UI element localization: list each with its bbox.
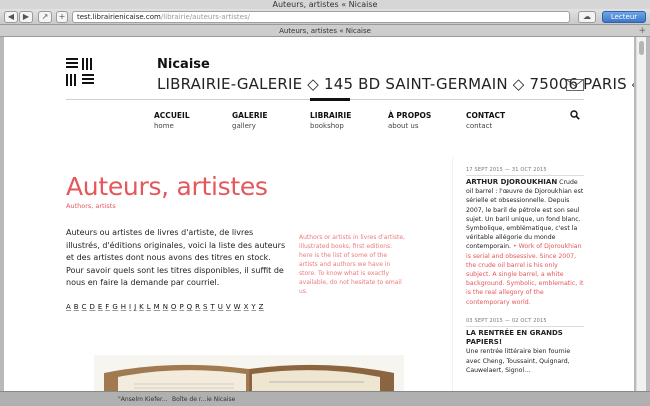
alphabet-letter-h[interactable]: H bbox=[121, 303, 127, 311]
mail-icon[interactable] bbox=[566, 79, 584, 91]
book-image[interactable] bbox=[94, 355, 404, 391]
alphabet-letter-d[interactable]: D bbox=[89, 303, 95, 311]
page-title: Auteurs, artistes bbox=[66, 172, 268, 201]
alphabet-letter-g[interactable]: G bbox=[112, 303, 118, 311]
tab-bar: Auteurs, artistes « Nicaise + bbox=[0, 25, 650, 37]
alphabet-letter-j[interactable]: J bbox=[134, 303, 136, 311]
alphabet-letter-i[interactable]: I bbox=[129, 303, 131, 311]
site-tagline: LIBRAIRIE-GALERIE ◇ 145 BD SAINT-GERMAIN… bbox=[157, 75, 634, 93]
cloud-icon[interactable]: ☁ bbox=[578, 11, 596, 23]
url-path: /librairie/auteurs-artistes/ bbox=[160, 13, 250, 21]
bottom-tab-1[interactable]: "Anselm Kiefer... bbox=[118, 394, 168, 405]
alphabet-letter-t[interactable]: T bbox=[210, 303, 215, 311]
alphabet-letter-v[interactable]: V bbox=[226, 303, 231, 311]
alphabet-letter-b[interactable]: B bbox=[74, 303, 79, 311]
window-title: Auteurs, artistes « Nicaise bbox=[0, 0, 650, 9]
add-tab-icon[interactable]: + bbox=[638, 25, 646, 37]
nav-item-librairie[interactable]: LIBRAIRIE bookshop bbox=[310, 111, 351, 130]
nav-sublabel: bookshop bbox=[310, 122, 344, 130]
intro-text-en: Authors or artists in livres d'artiste, … bbox=[299, 234, 405, 295]
alphabet-letter-q[interactable]: Q bbox=[187, 303, 193, 311]
alphabet-letter-p[interactable]: P bbox=[179, 303, 184, 311]
tab-active[interactable]: Auteurs, artistes « Nicaise bbox=[279, 27, 371, 35]
nav-label: À PROPOS bbox=[388, 111, 432, 120]
breadcrumb: Authors, artists bbox=[66, 202, 116, 210]
web-page: Nicaise LIBRAIRIE-GALERIE ◇ 145 BD SAINT… bbox=[4, 37, 634, 391]
nav-item-contact[interactable]: CONTACT contact bbox=[466, 111, 505, 130]
alphabet-letter-y[interactable]: Y bbox=[251, 303, 256, 311]
site-name[interactable]: Nicaise bbox=[157, 57, 210, 72]
post-text-en: • Work of Djoroukhian is serial and obse… bbox=[466, 243, 584, 306]
alphabet-letter-m[interactable]: M bbox=[154, 303, 160, 311]
post-divider bbox=[466, 175, 584, 176]
browser-toolbar: ◀ ▶ ↗ + test.librairienicaise.com/librai… bbox=[0, 9, 650, 25]
post-title[interactable]: ARTHUR DJOROUKHIAN bbox=[466, 178, 557, 186]
logo-icon[interactable] bbox=[66, 58, 94, 86]
page-scrollbar[interactable] bbox=[636, 37, 646, 391]
post-text-fr: Une rentrée littéraire bien fournie avec… bbox=[466, 348, 571, 374]
alphabet-letter-c[interactable]: C bbox=[82, 303, 87, 311]
sidebar-post-rentree[interactable]: LA RENTRÉE EN GRANDS PAPIERS! Une rentré… bbox=[466, 329, 584, 375]
url-host: test.librairienicaise.com bbox=[77, 13, 161, 21]
reader-button[interactable]: Lecteur bbox=[602, 11, 646, 23]
post-text-fr: Crude oil barrel : l'œuvre de Djoroukhia… bbox=[466, 179, 584, 251]
intro-text-fr: Auteurs ou artistes de livres d'artiste,… bbox=[66, 228, 286, 287]
address-bar[interactable]: test.librairienicaise.com/librairie/aute… bbox=[72, 11, 570, 23]
alphabet-letter-l[interactable]: L bbox=[147, 303, 151, 311]
nav-sublabel: gallery bbox=[232, 122, 256, 130]
new-tab-plus-button[interactable]: + bbox=[56, 11, 68, 23]
alphabet-letter-x[interactable]: X bbox=[244, 303, 249, 311]
nav-label: ACCUEIL bbox=[154, 111, 190, 120]
alphabet-letter-r[interactable]: R bbox=[195, 303, 200, 311]
alphabet-letter-u[interactable]: U bbox=[218, 303, 224, 311]
alphabet-letter-k[interactable]: K bbox=[139, 303, 144, 311]
nav-label: GALERIE bbox=[232, 111, 268, 120]
alphabet-letter-w[interactable]: W bbox=[234, 303, 241, 311]
search-icon[interactable] bbox=[570, 110, 580, 120]
alphabet-letter-s[interactable]: S bbox=[203, 303, 208, 311]
alphabet-letter-z[interactable]: Z bbox=[259, 303, 264, 311]
nav-item-accueil[interactable]: ACCUEIL home bbox=[154, 111, 190, 130]
forward-button[interactable]: ▶ bbox=[19, 11, 33, 23]
alphabet-letter-n[interactable]: N bbox=[163, 303, 169, 311]
bottom-tab-2[interactable]: Boîte de r...ie Nicaise bbox=[172, 394, 235, 405]
nav-sublabel: about us bbox=[388, 122, 419, 130]
alphabet-letter-o[interactable]: O bbox=[171, 303, 177, 311]
nav-active-indicator bbox=[310, 98, 350, 101]
nav-sublabel: home bbox=[154, 122, 174, 130]
share-button[interactable]: ↗ bbox=[38, 11, 52, 23]
sidebar-post-djoroukhian[interactable]: ARTHUR DJOROUKHIAN Crude oil barrel : l'… bbox=[466, 178, 584, 307]
nav-sublabel: contact bbox=[466, 122, 493, 130]
nav-item-a-propos[interactable]: À PROPOS about us bbox=[388, 111, 431, 130]
post-date: 03 SEPT 2015 — 02 OCT 2015 bbox=[466, 318, 547, 324]
nav-label: CONTACT bbox=[466, 111, 506, 120]
post-title[interactable]: LA RENTRÉE EN GRANDS PAPIERS! bbox=[466, 329, 563, 346]
alphabet-letter-a[interactable]: A bbox=[66, 303, 71, 311]
nav-item-galerie[interactable]: GALERIE gallery bbox=[232, 111, 268, 130]
post-date: 17 SEPT 2015 — 31 OCT 2015 bbox=[466, 167, 547, 173]
post-divider bbox=[466, 326, 584, 327]
nav-label: LIBRAIRIE bbox=[310, 111, 352, 120]
alphabet-letter-e[interactable]: E bbox=[98, 303, 103, 311]
sidebar-divider bbox=[452, 157, 453, 391]
scrollbar-thumb[interactable] bbox=[639, 41, 644, 55]
bottom-tab-strip: "Anselm Kiefer... Boîte de r...ie Nicais… bbox=[0, 391, 650, 406]
back-button[interactable]: ◀ bbox=[4, 11, 18, 23]
alphabet-letter-f[interactable]: F bbox=[105, 303, 109, 311]
open-book-illustration bbox=[94, 355, 404, 391]
alphabet-index: ABCDEFGHIJKLMNOPQRSTUVWXYZ bbox=[66, 303, 266, 311]
